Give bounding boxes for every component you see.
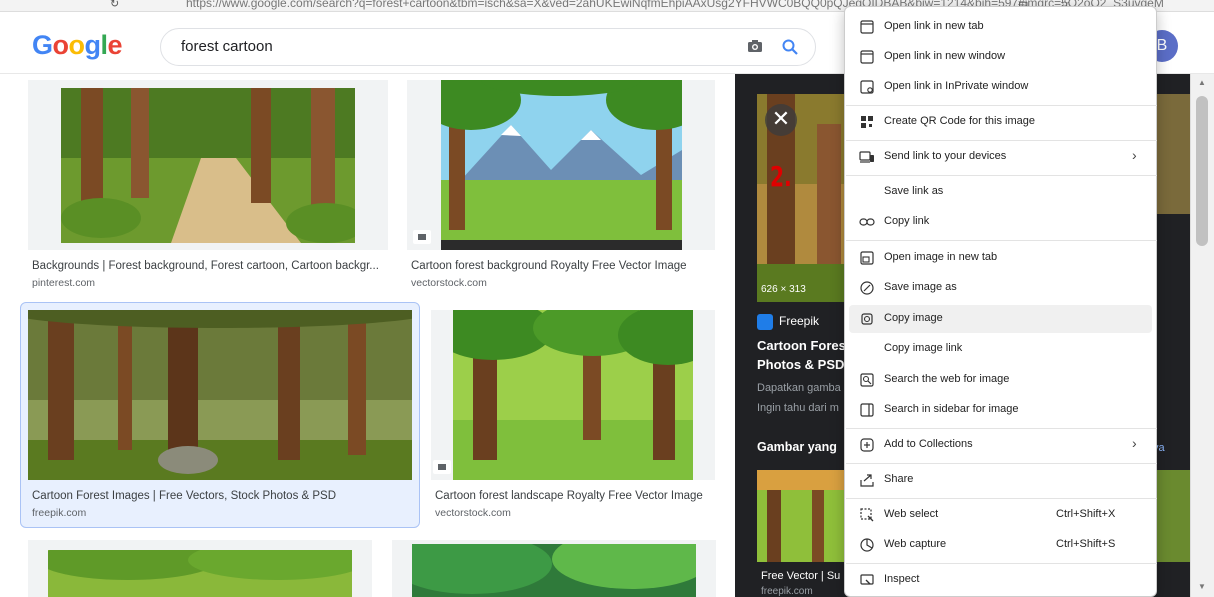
inprivate-icon bbox=[860, 80, 874, 94]
inspect-icon bbox=[860, 574, 874, 585]
result-thumbnail[interactable] bbox=[431, 310, 715, 480]
sidebar-search-icon bbox=[860, 403, 874, 417]
scroll-down-icon[interactable]: ▼ bbox=[1198, 582, 1206, 591]
scroll-up-icon[interactable]: ▲ bbox=[1198, 78, 1206, 87]
google-logo[interactable]: Google bbox=[32, 30, 123, 61]
related-thumbnail[interactable] bbox=[1155, 94, 1190, 214]
menu-item-inspect[interactable]: Inspect bbox=[849, 566, 1152, 594]
result-thumbnail[interactable] bbox=[28, 310, 412, 480]
related-caption[interactable]: Free Vector | Su bbox=[761, 570, 840, 582]
new-window-icon bbox=[860, 50, 874, 64]
menu-item-create-qr-code[interactable]: Create QR Code for this image bbox=[849, 108, 1152, 136]
open-image-icon bbox=[860, 251, 874, 265]
result-title[interactable]: Cartoon forest landscape Royalty Free Ve… bbox=[435, 490, 715, 502]
result-source[interactable]: vectorstock.com bbox=[411, 277, 487, 289]
menu-item-open-link-inprivate[interactable]: Open link in InPrivate window bbox=[849, 73, 1152, 101]
menu-separator bbox=[846, 240, 1157, 241]
refresh-icon[interactable]: ↻ bbox=[110, 0, 119, 10]
related-image[interactable] bbox=[757, 470, 845, 562]
forest-trees-image bbox=[28, 310, 412, 480]
scrollbar-thumb[interactable] bbox=[1196, 96, 1208, 246]
freepik-icon bbox=[757, 314, 773, 330]
shortcut-label: Ctrl+Shift+S bbox=[1056, 538, 1116, 550]
result-source[interactable]: vectorstock.com bbox=[435, 507, 511, 519]
related-thumbnail[interactable] bbox=[1155, 470, 1190, 562]
preview-title-line1[interactable]: Cartoon Fores bbox=[757, 338, 846, 353]
forest-path-image bbox=[61, 88, 355, 243]
menu-item-search-sidebar-image[interactable]: Search in sidebar for image bbox=[849, 396, 1152, 424]
step-2-annotation: 2. bbox=[770, 160, 792, 193]
forest-landscape-image bbox=[453, 310, 693, 480]
menu-item-copy-image-link[interactable]: Copy image link bbox=[849, 335, 1152, 363]
close-preview-button[interactable]: ✕ bbox=[765, 104, 797, 136]
search-web-icon bbox=[860, 373, 874, 387]
result-source[interactable]: freepik.com bbox=[32, 507, 86, 519]
result-title[interactable]: Cartoon forest background Royalty Free V… bbox=[411, 260, 715, 272]
image-dimensions: 626 × 313 bbox=[761, 284, 806, 295]
image-badge-icon bbox=[433, 460, 451, 474]
result-title[interactable]: Backgrounds | Forest background, Forest … bbox=[32, 260, 388, 272]
menu-separator bbox=[846, 563, 1157, 564]
result-thumbnail[interactable] bbox=[28, 80, 388, 250]
shortcut-label: Ctrl+Shift+X bbox=[1056, 508, 1116, 520]
menu-item-copy-image[interactable]: Copy image bbox=[849, 305, 1152, 333]
menu-separator bbox=[846, 175, 1157, 176]
menu-item-copy-link[interactable]: Copy link bbox=[849, 208, 1152, 236]
menu-item-web-capture[interactable]: Web capture Ctrl+Shift+S bbox=[849, 531, 1152, 559]
new-tab-icon bbox=[860, 20, 874, 34]
menu-item-open-image-new-tab[interactable]: Open image in new tab bbox=[849, 244, 1152, 272]
search-box[interactable] bbox=[160, 28, 816, 66]
submenu-arrow-icon: › bbox=[1132, 435, 1137, 451]
source-name[interactable]: Freepik bbox=[779, 314, 819, 328]
camera-icon[interactable] bbox=[747, 39, 763, 53]
result-thumbnail[interactable] bbox=[407, 80, 715, 250]
result-card-selected[interactable]: Cartoon Forest Images | Free Vectors, St… bbox=[28, 310, 412, 522]
collections-icon bbox=[860, 438, 874, 452]
web-capture-icon bbox=[860, 538, 874, 552]
send-devices-icon bbox=[859, 151, 874, 163]
page-scrollbar[interactable]: ▲ ▼ bbox=[1190, 74, 1214, 597]
search-icon[interactable] bbox=[781, 38, 799, 56]
preview-description-line2: Ingin tahu dari m bbox=[757, 402, 839, 414]
link-icon bbox=[859, 218, 875, 226]
preview-title-line2[interactable]: Photos & PSD bbox=[757, 357, 844, 372]
menu-item-send-link-devices[interactable]: Send link to your devices › bbox=[849, 143, 1152, 171]
menu-item-save-link-as[interactable]: Save link as bbox=[849, 178, 1152, 206]
related-source[interactable]: freepik.com bbox=[761, 586, 813, 597]
menu-item-save-image-as[interactable]: Save image as bbox=[849, 274, 1152, 302]
result-card[interactable]: Cartoon forest background Royalty Free V… bbox=[407, 80, 715, 292]
share-icon bbox=[860, 474, 874, 487]
menu-separator bbox=[846, 140, 1157, 141]
related-images-heading: Gambar yang bbox=[757, 440, 837, 454]
result-thumbnail[interactable] bbox=[28, 540, 372, 597]
submenu-arrow-icon: › bbox=[1132, 147, 1137, 163]
result-title[interactable]: Cartoon Forest Images | Free Vectors, St… bbox=[32, 490, 412, 502]
menu-item-add-to-collections[interactable]: Add to Collections › bbox=[849, 431, 1152, 459]
qr-code-icon bbox=[861, 116, 873, 128]
result-source[interactable]: pinterest.com bbox=[32, 277, 95, 289]
result-thumbnail[interactable] bbox=[392, 540, 716, 597]
image-badge-icon bbox=[413, 230, 431, 244]
menu-separator bbox=[846, 428, 1157, 429]
preview-description-line1: Dapatkan gamba bbox=[757, 382, 841, 394]
menu-item-open-link-new-window[interactable]: Open link in new window bbox=[849, 43, 1152, 71]
menu-item-web-select[interactable]: Web select Ctrl+Shift+X bbox=[849, 501, 1152, 529]
copy-image-icon bbox=[861, 313, 873, 325]
menu-item-search-web-image[interactable]: Search the web for image bbox=[849, 366, 1152, 394]
menu-separator bbox=[846, 105, 1157, 106]
save-image-icon bbox=[860, 281, 874, 295]
menu-separator bbox=[846, 498, 1157, 499]
forest-mountains-image bbox=[441, 80, 682, 250]
web-select-icon bbox=[860, 508, 874, 522]
context-menu: Open link in new tab Open link in new wi… bbox=[844, 6, 1157, 597]
menu-separator bbox=[846, 463, 1157, 464]
menu-item-open-link-new-tab[interactable]: Open link in new tab bbox=[849, 13, 1152, 41]
search-input[interactable] bbox=[181, 38, 701, 55]
menu-item-share[interactable]: Share bbox=[849, 466, 1152, 494]
screen: ↻ https://www.google.com/search?q=forest… bbox=[0, 0, 1214, 597]
result-card[interactable]: Cartoon forest landscape Royalty Free Ve… bbox=[431, 310, 715, 522]
result-card[interactable]: Backgrounds | Forest background, Forest … bbox=[28, 80, 388, 292]
